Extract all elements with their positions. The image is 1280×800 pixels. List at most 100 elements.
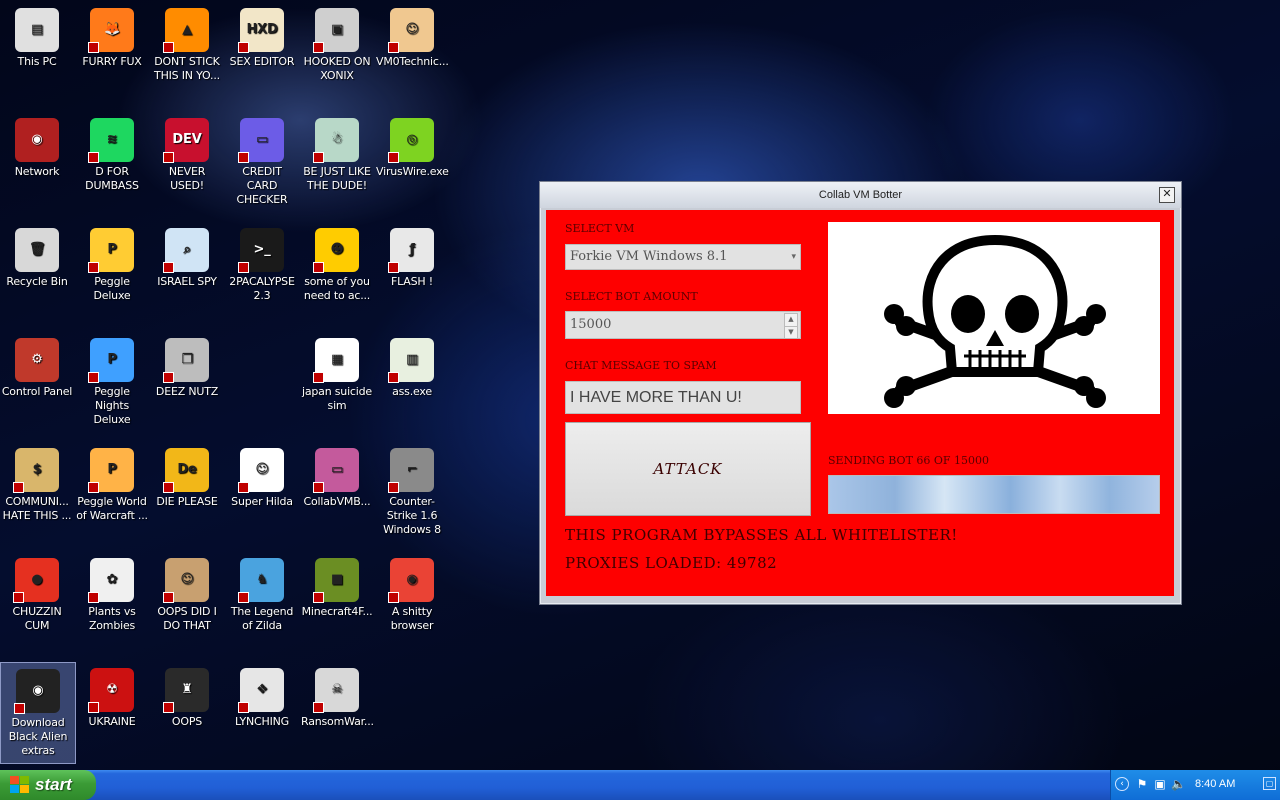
desktop-icon-credit-card[interactable]: ▭ CREDIT CARD CHECKER [225, 112, 299, 212]
show-hidden-icons-icon[interactable]: ‹ [1115, 777, 1129, 791]
desktop-icon-sex-editor[interactable]: HXD SEX EDITOR [225, 2, 299, 102]
desktop-icon-label: DIE PLEASE [156, 495, 218, 508]
shortcut-arrow-icon [313, 262, 324, 273]
desktop-icon-chuzzin[interactable]: ● CHUZZIN CUM [0, 552, 74, 652]
desktop-icon-hooked-on-xonix[interactable]: ▣ HOOKED ON XONIX [300, 2, 374, 102]
desktop-icon-label: FURRY FUX [82, 55, 142, 68]
desktop-icon-control-panel[interactable]: ⚙ Control Panel [0, 332, 74, 432]
desktop-icon-furry-fux[interactable]: 🦊 FURRY FUX [75, 2, 149, 102]
desktop-icon-dont-stick[interactable]: ▲ DONT STICK THIS IN YO... [150, 2, 224, 102]
desktop-icon-communi[interactable]: $ COMMUNI... HATE THIS ... [0, 442, 74, 542]
desktop-icon-network[interactable]: ◉ Network [0, 112, 74, 212]
desktop-icon-label: D FOR DUMBASS [85, 165, 139, 192]
select-vm-dropdown[interactable]: Forkie VM Windows 8.1 ▾ [565, 244, 801, 270]
desktop-icon-flash[interactable]: ƒ FLASH ! [375, 222, 449, 322]
portrait-icon: ☺ [163, 558, 209, 603]
desktop-icon-peggle-deluxe[interactable]: P Peggle Deluxe [75, 222, 149, 322]
firefox-icon: 🦊 [88, 8, 134, 53]
desktop-icon-super-hilda[interactable]: ☺ Super Hilda [225, 442, 299, 542]
shortcut-arrow-icon [88, 592, 99, 603]
close-button[interactable]: ✕ [1159, 187, 1175, 203]
peggle-icon: P [88, 228, 134, 273]
desktop-icon-israel-spy[interactable]: ⌕ ISRAEL SPY [150, 222, 224, 322]
desktop-icon-d-for-dumbass[interactable]: ≋ D FOR DUMBASS [75, 112, 149, 212]
desktop-icon-label: FLASH ! [391, 275, 433, 288]
desktop-icon-label: Control Panel [1, 385, 73, 398]
desktop-icon-oops-did-i[interactable]: ☺ OOPS DID I DO THAT [150, 552, 224, 652]
stepper-down-icon[interactable]: ▼ [784, 326, 798, 339]
bypass-text: THIS PROGRAM BYPASSES ALL WHITELISTER! [565, 526, 958, 544]
desktop-icon-counter-strike[interactable]: ⌐ Counter-Strike 1.6 Windows 8 [375, 442, 449, 542]
lynching-icon: ❖ [238, 668, 284, 713]
desktop-icon-label: CollabVMB... [303, 495, 371, 508]
desktop-icon-be-just-like[interactable]: ☃ BE JUST LIKE THE DUDE! [300, 112, 374, 212]
pvz-icon: ✿ [88, 558, 134, 603]
desktop-icon-label: Super Hilda [231, 495, 293, 508]
desktop-icon-peggle-wow[interactable]: P Peggle World of Warcraft ... [75, 442, 149, 542]
desktop-icon-label: ISRAEL SPY [157, 275, 217, 288]
show-desktop-icon[interactable]: ▢ [1263, 777, 1276, 790]
desktop-icon-never-used[interactable]: DEV NEVER USED! [150, 112, 224, 212]
desktop-icon-label: VM0Technic... [376, 55, 449, 68]
desktop-icon-minecraft[interactable]: ■ Minecraft4F... [300, 552, 374, 652]
desktop-icon-label: Plants vs Zombies [88, 605, 136, 632]
shortcut-arrow-icon [388, 262, 399, 273]
desktop-icon-oops[interactable]: ♜ OOPS [150, 662, 224, 762]
desktop-icon-2pacalypse[interactable]: >_ 2PACALYPSE 2.3 [225, 222, 299, 322]
spotify-icon: ≋ [88, 118, 134, 163]
desktop-icon-recycle-bin[interactable]: 🗑 Recycle Bin [0, 222, 74, 322]
volume-icon[interactable]: 🔈 [1171, 777, 1186, 791]
desktop-icon-label: SEX EDITOR [229, 55, 295, 68]
attack-button[interactable]: ATTACK [565, 422, 811, 516]
desktop-icon-die-please[interactable]: De DIE PLEASE [150, 442, 224, 542]
peggle-nights-icon: P [88, 338, 134, 383]
desktop-icon-peggle-nights[interactable]: P Peggle Nights Deluxe [75, 332, 149, 432]
desktop-icon-japan-suicide[interactable]: ▦ japan suicide sim [300, 332, 374, 432]
shortcut-arrow-icon [163, 702, 174, 713]
chat-message-input[interactable]: I HAVE MORE THAN U! [565, 381, 801, 414]
skull-icon: ☠ [313, 668, 359, 713]
shortcut-arrow-icon [313, 42, 324, 53]
start-button[interactable]: start [0, 770, 96, 800]
desktop-icon-some-of-you[interactable]: ☻ some of you need to ac... [300, 222, 374, 322]
shortcut-arrow-icon [238, 482, 249, 493]
computer-icon: ▤ [15, 8, 59, 52]
desktop-icon-label: NEVER USED! [168, 165, 206, 192]
desktop-icon-ass-exe[interactable]: ▥ ass.exe [375, 332, 449, 432]
desktop-icon-pvz[interactable]: ✿ Plants vs Zombies [75, 552, 149, 652]
desktop-icon-label: BE JUST LIKE THE DUDE! [303, 165, 371, 192]
stepper-up-icon[interactable]: ▲ [784, 313, 798, 327]
desktop-icon-label: RansomWar... [301, 715, 374, 728]
desktop-icon-label: some of you need to ac... [303, 275, 371, 302]
desktop-icon-chrome[interactable]: ◉ A shitty browser [375, 552, 449, 652]
desktop-icon-label: CHUZZIN CUM [12, 605, 62, 632]
desktop-icon-viruswire[interactable]: ◎ VirusWire.exe [375, 112, 449, 212]
desktop-icon-ukraine[interactable]: ☢ UKRAINE [75, 662, 149, 762]
chevron-down-icon[interactable]: ▾ [791, 245, 796, 269]
desktop-icon-collabvmb[interactable]: ▭ CollabVMB... [300, 442, 374, 542]
proxies-text: PROXIES LOADED: 49782 [565, 554, 778, 572]
bot-amount-stepper[interactable]: 15000 ▲ ▼ [565, 311, 801, 339]
dark-figure-icon: ♜ [163, 668, 209, 713]
radiation-icon: ☢ [88, 668, 134, 713]
desktop-icon-ransomwar[interactable]: ☠ RansomWar... [300, 662, 374, 762]
desktop-icon-label: COMMUNI... HATE THIS ... [2, 495, 72, 522]
clock[interactable]: 8:40 AM [1195, 778, 1235, 790]
network-tray-icon[interactable]: ▣ [1153, 777, 1167, 791]
window-titlebar[interactable]: Collab VM Botter ✕ [540, 182, 1181, 208]
desktop-icon-download-black[interactable]: ◉ Download Black Alien extras [0, 662, 76, 764]
skull-image [828, 222, 1160, 414]
desktop-icon-this-pc[interactable]: ▤ This PC [0, 2, 74, 102]
control-panel-icon: ⚙ [15, 338, 59, 382]
desktop-icon-vm0technic[interactable]: ☺ VM0Technic... [375, 2, 449, 102]
shortcut-arrow-icon [13, 482, 24, 493]
flag-icon[interactable]: ⚑ [1135, 777, 1149, 791]
desktop-icon-lynching[interactable]: ❖ LYNCHING [225, 662, 299, 762]
document-icon: ▦ [313, 338, 359, 383]
window-client-area: SELECT VM Forkie VM Windows 8.1 ▾ SELECT… [546, 210, 1174, 596]
desktop-icon-label: UKRAINE [88, 715, 136, 728]
desktop-icon-legend-zilda[interactable]: ♞ The Legend of Zilda [225, 552, 299, 652]
desktop-icon-label: Network [14, 165, 60, 178]
windows-logo-icon [10, 776, 30, 794]
desktop-icon-deez-nutz[interactable]: ❐ DEEZ NUTZ [150, 332, 224, 432]
